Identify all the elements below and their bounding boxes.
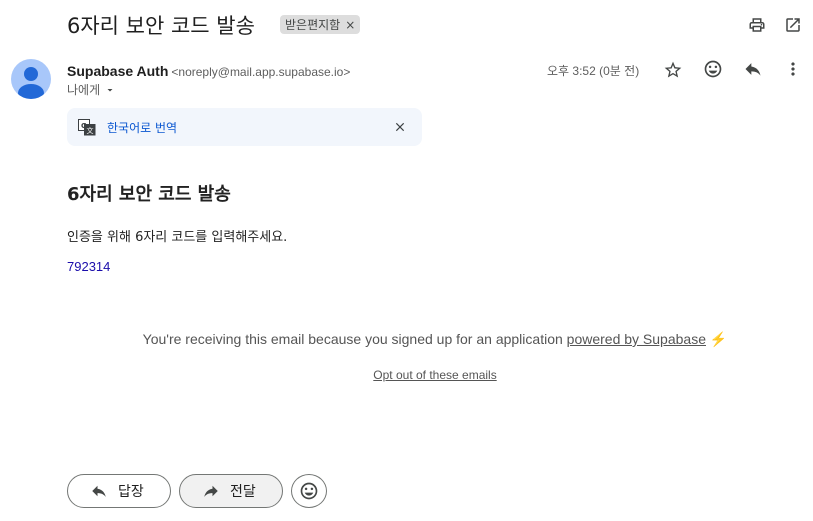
sender-line: Supabase Auth <noreply@mail.app.supabase.… bbox=[67, 61, 350, 80]
supabase-link[interactable]: powered by Supabase bbox=[567, 331, 706, 347]
reply-button[interactable] bbox=[737, 53, 769, 85]
close-translate-button[interactable] bbox=[389, 116, 411, 138]
more-options-button[interactable] bbox=[777, 53, 809, 85]
inbox-label-text: 받은편지함 bbox=[285, 18, 341, 32]
person-icon bbox=[18, 67, 44, 99]
optout-row: Opt out of these emails bbox=[0, 368, 813, 382]
reply-icon bbox=[745, 63, 761, 76]
email-instruction: 인증을 위해 6자리 코드를 입력해주세요. bbox=[67, 230, 288, 245]
email-subject: 6자리 보안 코드 발송 bbox=[67, 14, 255, 38]
recipient-dropdown[interactable]: 나에게 bbox=[67, 81, 116, 98]
inbox-label-chip: 받은편지함 × bbox=[280, 15, 361, 34]
emoji-icon bbox=[300, 482, 318, 500]
reply-icon bbox=[92, 485, 106, 497]
optout-link[interactable]: Opt out of these emails bbox=[373, 368, 496, 382]
star-button[interactable] bbox=[657, 54, 689, 86]
close-icon bbox=[395, 122, 405, 132]
remove-label-button[interactable]: × bbox=[345, 18, 355, 32]
translate-link[interactable]: 한국어로 번역 bbox=[107, 119, 177, 136]
email-heading: 6자리 보안 코드 발송 bbox=[67, 184, 231, 205]
sender-email: <noreply@mail.app.supabase.io> bbox=[171, 65, 351, 79]
svg-text:文: 文 bbox=[87, 126, 94, 135]
open-in-new-icon bbox=[786, 18, 800, 32]
reply-action-button[interactable]: 답장 bbox=[67, 474, 171, 508]
sender-name[interactable]: Supabase Auth bbox=[67, 63, 168, 79]
emoji-action-button[interactable] bbox=[291, 474, 327, 508]
footer-note: You're receiving this email because you … bbox=[0, 331, 813, 348]
open-new-window-button[interactable] bbox=[777, 9, 809, 41]
emoji-reaction-button[interactable] bbox=[697, 53, 729, 85]
more-vert-icon bbox=[791, 62, 795, 76]
email-time: 오후 3:52 (0분 전) bbox=[547, 64, 640, 78]
star-icon bbox=[664, 61, 682, 78]
translate-icon: G 文 bbox=[78, 119, 96, 136]
forward-label: 전달 bbox=[230, 484, 256, 500]
avatar bbox=[11, 59, 51, 99]
translate-bar: G 文 한국어로 번역 bbox=[67, 108, 422, 146]
chevron-down-icon bbox=[107, 88, 113, 91]
print-icon bbox=[749, 18, 765, 32]
reply-label: 답장 bbox=[118, 484, 144, 500]
emoji-icon bbox=[704, 60, 722, 78]
security-code: 792314 bbox=[67, 259, 111, 274]
forward-action-button[interactable]: 전달 bbox=[179, 474, 283, 508]
forward-icon bbox=[204, 485, 218, 497]
recipient-label: 나에게 bbox=[67, 83, 101, 97]
footer-text: You're receiving this email because you … bbox=[142, 331, 563, 347]
print-button[interactable] bbox=[741, 9, 773, 41]
bolt-icon: ⚡ bbox=[709, 331, 728, 347]
